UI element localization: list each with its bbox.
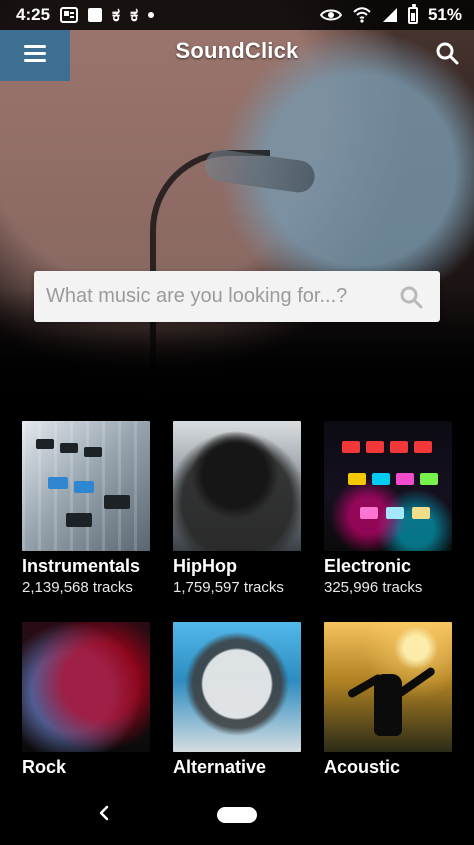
genre-name: Alternative — [173, 757, 267, 777]
lang-icon: ಕ — [112, 5, 121, 25]
wifi-icon — [352, 7, 372, 23]
status-time: 4:25 — [16, 5, 51, 24]
genre-name: Rock — [22, 757, 67, 777]
home-button[interactable] — [217, 807, 257, 823]
genre-card[interactable]: Electronic 325,996 tracks — [324, 421, 452, 597]
bottom-navigation — [0, 785, 474, 845]
status-bar-left: 4:25 ಕ ಕ — [16, 5, 155, 25]
genre-card[interactable]: Rock — [22, 622, 150, 778]
lang-icon: ಕ — [130, 5, 139, 25]
genre-thumbnail — [324, 421, 452, 551]
genre-track-count: 2,139,568 tracks — [22, 579, 133, 596]
app-title: SoundClick — [175, 38, 299, 63]
battery-percent: 51% — [427, 5, 462, 24]
genre-card[interactable]: Alternative — [173, 622, 301, 778]
genre-track-count: 1,759,597 tracks — [173, 579, 284, 596]
genre-name: Electronic — [324, 556, 412, 576]
genre-thumbnail — [173, 421, 301, 551]
status-bar: 4:25 ಕ ಕ 51% — [0, 0, 474, 30]
search-icon — [435, 41, 459, 70]
notification-icon — [60, 7, 79, 23]
search-icon[interactable] — [396, 282, 426, 312]
square-icon — [88, 8, 103, 22]
genre-track-count: 325,996 tracks — [324, 579, 423, 596]
search-button[interactable] — [430, 38, 464, 72]
battery-icon — [407, 3, 418, 24]
genre-thumbnail — [173, 622, 301, 752]
genre-name: HipHop — [173, 556, 237, 576]
genre-thumbnail — [324, 622, 452, 752]
genre-card[interactable]: Instrumentals 2,139,568 tracks — [22, 421, 150, 597]
genre-thumbnail — [22, 622, 150, 752]
genre-thumbnail — [22, 421, 150, 551]
status-bar-right: 51% — [319, 3, 462, 25]
genre-name: Instrumentals — [22, 556, 141, 576]
signal-icon — [382, 7, 398, 23]
genres-grid: Instrumentals 2,139,568 tracks HipHop 1,… — [22, 421, 453, 778]
back-button[interactable] — [92, 803, 116, 827]
genre-name: Acoustic — [324, 757, 401, 777]
search-box[interactable] — [34, 271, 440, 322]
back-icon — [95, 804, 113, 827]
search-input[interactable] — [46, 285, 396, 308]
eye-icon — [319, 7, 342, 23]
genre-card[interactable]: HipHop 1,759,597 tracks — [173, 421, 301, 597]
dot-icon — [148, 12, 155, 18]
genre-card[interactable]: Acoustic — [324, 622, 452, 778]
